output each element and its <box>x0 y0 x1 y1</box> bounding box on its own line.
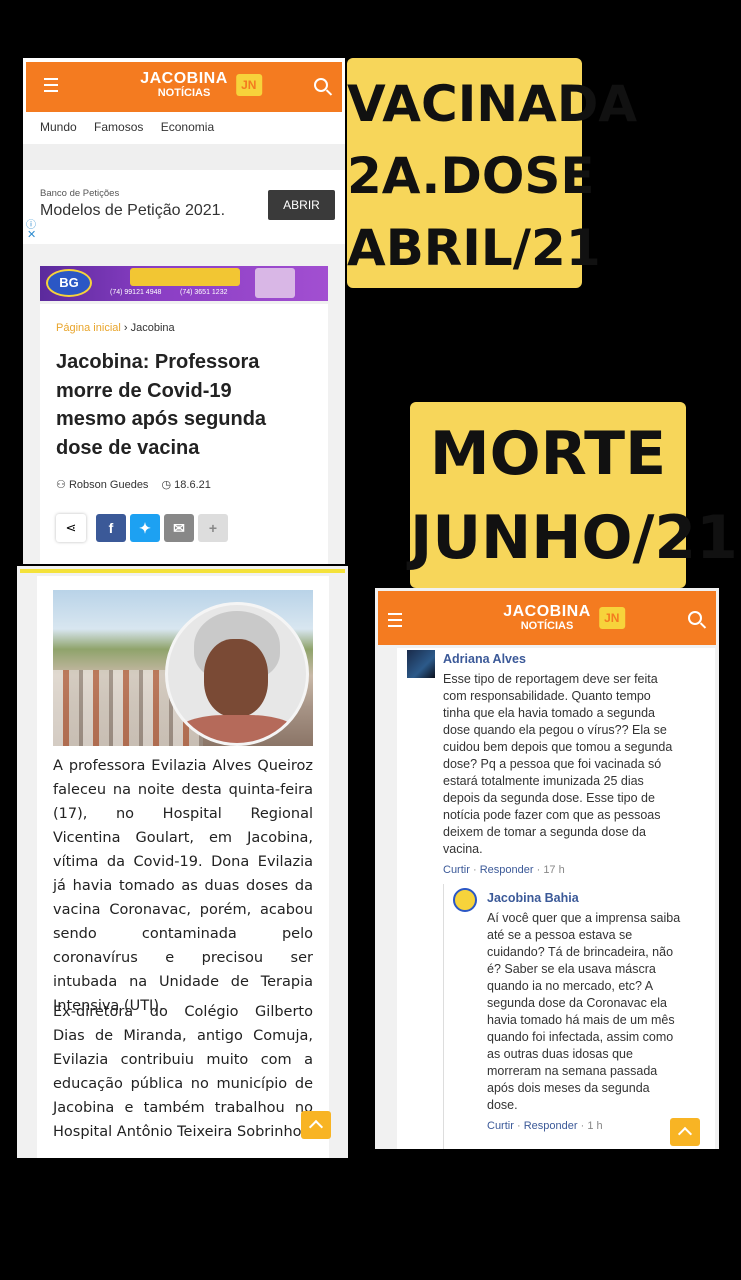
top-accent-bar <box>20 569 345 573</box>
banner-logo: BG <box>46 269 92 297</box>
label-vacinada-line1: VACINADA <box>347 75 638 133</box>
comment-1-text: Esse tipo de reportagem deve ser feita c… <box>443 672 673 856</box>
search-icon[interactable] <box>688 611 702 625</box>
clock-icon: ◷ <box>161 479 172 491</box>
logo-main-text: JACOBINA <box>140 70 228 87</box>
comment-2-time: 1 h <box>587 1120 603 1132</box>
article-date: 18.6.21 <box>174 479 211 491</box>
search-icon[interactable] <box>314 78 328 92</box>
top-nav: Mundo Famosos Economia <box>40 120 214 134</box>
scroll-top-button[interactable] <box>670 1118 700 1146</box>
banner-product-strip <box>130 268 240 286</box>
breadcrumb-separator: › <box>123 322 128 334</box>
share-button[interactable]: ⋖ <box>56 514 86 542</box>
article-card: Página inicial › Jacobina Jacobina: Prof… <box>40 304 328 564</box>
comment-1-actions: Curtir · Responder · 17 h <box>443 864 565 876</box>
banner-phone-2: (74) 3651 1232 <box>180 289 228 296</box>
comment-2-text: Aí você quer que a imprensa saiba até se… <box>487 911 681 1112</box>
label-vacinada-line3: ABRIL/21 <box>347 219 601 277</box>
comment-1-author[interactable]: Adriana Alves <box>443 652 526 666</box>
article-author[interactable]: Robson Guedes <box>69 479 149 491</box>
label-morte: MORTE JUNHO/21 <box>410 402 738 588</box>
email-share-button[interactable]: ✉ <box>164 514 194 542</box>
logo-sub-text: NOTÍCIAS <box>157 87 211 99</box>
breadcrumb: Página inicial › Jacobina <box>56 322 175 334</box>
portrait-circle <box>165 602 309 746</box>
label-morte-line2: JUNHO/21 <box>410 503 738 573</box>
article-title: Jacobina: Professora morre de Covid-19 m… <box>56 351 267 459</box>
article-screenshot-body: A professora Evilazia Alves Queiroz fale… <box>17 566 348 1158</box>
ad-close-icon[interactable]: ✕ <box>27 228 36 241</box>
logo-sub-text: NOTÍCIAS <box>520 620 574 632</box>
nav-item-famosos[interactable]: Famosos <box>94 120 143 134</box>
banner-phone-1: (74) 99121 4948 <box>110 289 162 296</box>
banner-people-image <box>255 268 295 298</box>
portrait-shirt <box>178 715 296 743</box>
comment-2-author[interactable]: Jacobina Bahia <box>487 891 579 905</box>
comment-1-time: 17 h <box>543 864 565 876</box>
comment-2-actions: Curtir · Responder · 1 h <box>487 1120 603 1132</box>
comment-1-avatar[interactable] <box>407 650 435 678</box>
comment-2-avatar[interactable] <box>453 888 477 912</box>
banner-logo-text: BG <box>59 275 79 290</box>
ad-open-button[interactable]: ABRIR <box>268 190 335 220</box>
logo-main-text: JACOBINA <box>503 603 591 620</box>
comment-1-reply[interactable]: Responder <box>480 864 534 876</box>
comment-2-reply[interactable]: Responder <box>524 1120 578 1132</box>
comments-screenshot: JACOBINA NOTÍCIAS JN Adriana Alves Esse … <box>375 588 719 1149</box>
site-header-2: JACOBINA NOTÍCIAS JN <box>378 591 716 645</box>
share-icon: ⋖ <box>65 520 77 535</box>
portrait-face <box>204 639 268 717</box>
reply-thread-line <box>443 884 444 1149</box>
label-vacinada-line2: 2A.DOSE <box>347 147 595 205</box>
comments-card: Adriana Alves Esse tipo de reportagem de… <box>397 648 715 1149</box>
comment-1-like[interactable]: Curtir <box>443 864 470 876</box>
article-meta: ⚇ Robson Guedes ◷ 18.6.21 <box>56 478 211 491</box>
scroll-top-button[interactable] <box>301 1111 331 1139</box>
article-body-card: A professora Evilazia Alves Queiroz fale… <box>37 576 329 1158</box>
nav-item-economia[interactable]: Economia <box>161 120 214 134</box>
nav-item-mundo[interactable]: Mundo <box>40 120 77 134</box>
logo-badge: JN <box>598 607 625 629</box>
facebook-share-button[interactable]: f <box>96 514 126 542</box>
breadcrumb-home[interactable]: Página inicial <box>56 322 121 334</box>
more-share-button[interactable]: + <box>198 514 228 542</box>
twitter-share-button[interactable]: ✦ <box>130 514 160 542</box>
menu-icon[interactable] <box>388 613 402 631</box>
article-paragraph-2: Ex-diretora do Colégio Gilberto Dias de … <box>53 1004 313 1140</box>
ad-small-text: Banco de Petições <box>40 188 120 199</box>
label-vacinada: VACINADA 2A.DOSE ABRIL/21 <box>347 58 638 288</box>
site-logo[interactable]: JACOBINA NOTÍCIAS JN <box>503 603 625 633</box>
logo-badge: JN <box>235 74 262 96</box>
breadcrumb-current[interactable]: Jacobina <box>131 322 175 334</box>
menu-icon[interactable] <box>44 78 58 96</box>
article-screenshot-top: JACOBINA NOTÍCIAS JN Mundo Famosos Econo… <box>23 58 345 564</box>
site-header: JACOBINA NOTÍCIAS JN <box>26 62 342 112</box>
article-photo <box>53 590 313 746</box>
divider-band <box>23 144 345 170</box>
comment-2-like[interactable]: Curtir <box>487 1120 514 1132</box>
label-morte-line1: MORTE <box>429 419 667 489</box>
promo-banner[interactable]: BG (74) 99121 4948 (74) 3651 1232 <box>40 266 328 301</box>
user-icon: ⚇ <box>56 479 66 491</box>
article-paragraph-1: A professora Evilazia Alves Queiroz fale… <box>53 758 313 1014</box>
site-logo[interactable]: JACOBINA NOTÍCIAS JN <box>140 70 262 100</box>
ad-title[interactable]: Modelos de Petição 2021. <box>40 202 225 220</box>
ad-block[interactable]: Banco de Petições Modelos de Petição 202… <box>23 178 345 241</box>
